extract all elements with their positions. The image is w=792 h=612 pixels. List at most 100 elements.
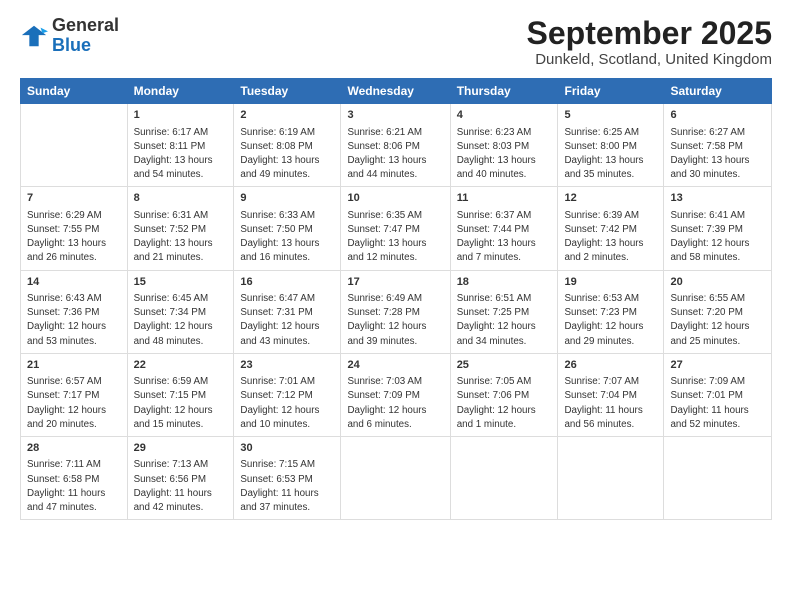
calendar-week-row: 7 Sunrise: 6:29 AMSunset: 7:55 PMDaylight… [21,187,772,270]
calendar-cell: 19Sunrise: 6:53 AMSunset: 7:23 PMDayligh… [558,270,664,353]
day-number: 15 [134,275,228,290]
calendar-cell: 7 Sunrise: 6:29 AMSunset: 7:55 PMDaylight… [21,187,128,270]
calendar-week-row: 28 Sunrise: 7:11 AMSunset: 6:58 PMDayligh… [21,437,772,520]
calendar-cell: 10 Sunrise: 6:35 AMSunset: 7:47 PMDayligh… [341,187,450,270]
day-number: 8 [134,191,228,206]
calendar-cell: 26 Sunrise: 7:07 AMSunset: 7:04 PMDayligh… [558,353,664,436]
day-info: Sunrise: 7:15 AMSunset: 6:53 PMDaylight:… [240,458,334,515]
day-number: 12 [564,191,657,206]
day-info: Sunrise: 6:29 AMSunset: 7:55 PMDaylight:… [27,209,121,266]
day-number: 18 [457,275,552,290]
day-of-week-header: Monday [127,79,234,104]
day-number: 20 [670,275,765,290]
day-number: 28 [27,441,121,456]
calendar-subtitle: Dunkeld, Scotland, United Kingdom [527,51,772,68]
day-info: Sunrise: 6:41 AMSunset: 7:39 PMDaylight:… [670,209,765,266]
calendar-cell: 2 Sunrise: 6:19 AMSunset: 8:08 PMDaylight… [234,104,341,187]
calendar-cell: 6 Sunrise: 6:27 AMSunset: 7:58 PMDaylight… [664,104,772,187]
day-number: 19 [564,275,657,290]
calendar-cell: 11 Sunrise: 6:37 AMSunset: 7:44 PMDayligh… [450,187,558,270]
day-of-week-header: Saturday [664,79,772,104]
calendar-week-row: 14 Sunrise: 6:43 AMSunset: 7:36 PMDayligh… [21,270,772,353]
calendar-cell [341,437,450,520]
day-info: Sunrise: 7:03 AMSunset: 7:09 PMDaylight:… [347,375,443,432]
day-number: 17 [347,275,443,290]
day-number: 22 [134,358,228,373]
day-number: 9 [240,191,334,206]
calendar-cell: 21Sunrise: 6:57 AMSunset: 7:17 PMDayligh… [21,353,128,436]
calendar-cell: 23 Sunrise: 7:01 AMSunset: 7:12 PMDayligh… [234,353,341,436]
day-info: Sunrise: 6:43 AMSunset: 7:36 PMDaylight:… [27,292,121,349]
day-number: 11 [457,191,552,206]
logo-blue-text: Blue [52,35,91,55]
day-number: 23 [240,358,334,373]
day-number: 29 [134,441,228,456]
day-info: Sunrise: 6:39 AMSunset: 7:42 PMDaylight:… [564,209,657,266]
logo: General Blue [20,16,119,56]
day-info: Sunrise: 6:51 AMSunset: 7:25 PMDaylight:… [457,292,552,349]
day-info: Sunrise: 6:45 AMSunset: 7:34 PMDaylight:… [134,292,228,349]
day-info: Sunrise: 6:47 AMSunset: 7:31 PMDaylight:… [240,292,334,349]
day-of-week-header: Sunday [21,79,128,104]
day-number: 25 [457,358,552,373]
calendar-week-row: 21Sunrise: 6:57 AMSunset: 7:17 PMDayligh… [21,353,772,436]
day-info: Sunrise: 6:55 AMSunset: 7:20 PMDaylight:… [670,292,765,349]
day-info: Sunrise: 6:17 AMSunset: 8:11 PMDaylight:… [134,126,228,183]
day-number: 2 [240,108,334,123]
day-info: Sunrise: 6:37 AMSunset: 7:44 PMDaylight:… [457,209,552,266]
logo-bird-icon [20,22,48,50]
calendar-title: September 2025 [527,16,772,51]
day-of-week-header: Wednesday [341,79,450,104]
calendar-cell: 20 Sunrise: 6:55 AMSunset: 7:20 PMDayligh… [664,270,772,353]
day-of-week-header: Thursday [450,79,558,104]
day-info: Sunrise: 6:59 AMSunset: 7:15 PMDaylight:… [134,375,228,432]
day-of-week-header: Tuesday [234,79,341,104]
day-number: 10 [347,191,443,206]
day-info: Sunrise: 7:05 AMSunset: 7:06 PMDaylight:… [457,375,552,432]
day-number: 30 [240,441,334,456]
calendar-cell: 29 Sunrise: 7:13 AMSunset: 6:56 PMDayligh… [127,437,234,520]
day-info: Sunrise: 6:57 AMSunset: 7:17 PMDaylight:… [27,375,121,432]
calendar-cell: 12 Sunrise: 6:39 AMSunset: 7:42 PMDayligh… [558,187,664,270]
day-info: Sunrise: 6:21 AMSunset: 8:06 PMDaylight:… [347,126,443,183]
day-number: 13 [670,191,765,206]
calendar-cell: 3Sunrise: 6:21 AMSunset: 8:06 PMDaylight… [341,104,450,187]
title-block: September 2025 Dunkeld, Scotland, United… [527,16,772,68]
day-number: 6 [670,108,765,123]
calendar-cell: 4Sunrise: 6:23 AMSunset: 8:03 PMDaylight… [450,104,558,187]
day-number: 27 [670,358,765,373]
day-of-week-header: Friday [558,79,664,104]
calendar-cell [664,437,772,520]
day-info: Sunrise: 6:19 AMSunset: 8:08 PMDaylight:… [240,126,334,183]
calendar-cell: 28 Sunrise: 7:11 AMSunset: 6:58 PMDayligh… [21,437,128,520]
calendar-cell: 30 Sunrise: 7:15 AMSunset: 6:53 PMDayligh… [234,437,341,520]
day-info: Sunrise: 7:01 AMSunset: 7:12 PMDaylight:… [240,375,334,432]
calendar-cell: 22 Sunrise: 6:59 AMSunset: 7:15 PMDayligh… [127,353,234,436]
day-number: 7 [27,191,121,206]
page: General Blue September 2025 Dunkeld, Sco… [0,0,792,612]
day-number: 16 [240,275,334,290]
calendar-cell: 14 Sunrise: 6:43 AMSunset: 7:36 PMDayligh… [21,270,128,353]
calendar-header-row: SundayMondayTuesdayWednesdayThursdayFrid… [21,79,772,104]
calendar-cell: 8Sunrise: 6:31 AMSunset: 7:52 PMDaylight… [127,187,234,270]
day-info: Sunrise: 7:07 AMSunset: 7:04 PMDaylight:… [564,375,657,432]
calendar-table: SundayMondayTuesdayWednesdayThursdayFrid… [20,78,772,520]
calendar-cell: 25 Sunrise: 7:05 AMSunset: 7:06 PMDayligh… [450,353,558,436]
day-number: 26 [564,358,657,373]
day-number: 5 [564,108,657,123]
calendar-cell: 24Sunrise: 7:03 AMSunset: 7:09 PMDayligh… [341,353,450,436]
day-info: Sunrise: 7:11 AMSunset: 6:58 PMDaylight:… [27,458,121,515]
day-info: Sunrise: 6:49 AMSunset: 7:28 PMDaylight:… [347,292,443,349]
header: General Blue September 2025 Dunkeld, Sco… [20,16,772,68]
calendar-cell [558,437,664,520]
calendar-cell [450,437,558,520]
calendar-cell: 17 Sunrise: 6:49 AMSunset: 7:28 PMDayligh… [341,270,450,353]
day-info: Sunrise: 6:27 AMSunset: 7:58 PMDaylight:… [670,126,765,183]
day-info: Sunrise: 6:33 AMSunset: 7:50 PMDaylight:… [240,209,334,266]
day-info: Sunrise: 7:13 AMSunset: 6:56 PMDaylight:… [134,458,228,515]
calendar-cell: 18 Sunrise: 6:51 AMSunset: 7:25 PMDayligh… [450,270,558,353]
day-info: Sunrise: 6:35 AMSunset: 7:47 PMDaylight:… [347,209,443,266]
calendar-cell: 15 Sunrise: 6:45 AMSunset: 7:34 PMDayligh… [127,270,234,353]
day-number: 14 [27,275,121,290]
calendar-week-row: 1Sunrise: 6:17 AMSunset: 8:11 PMDaylight… [21,104,772,187]
